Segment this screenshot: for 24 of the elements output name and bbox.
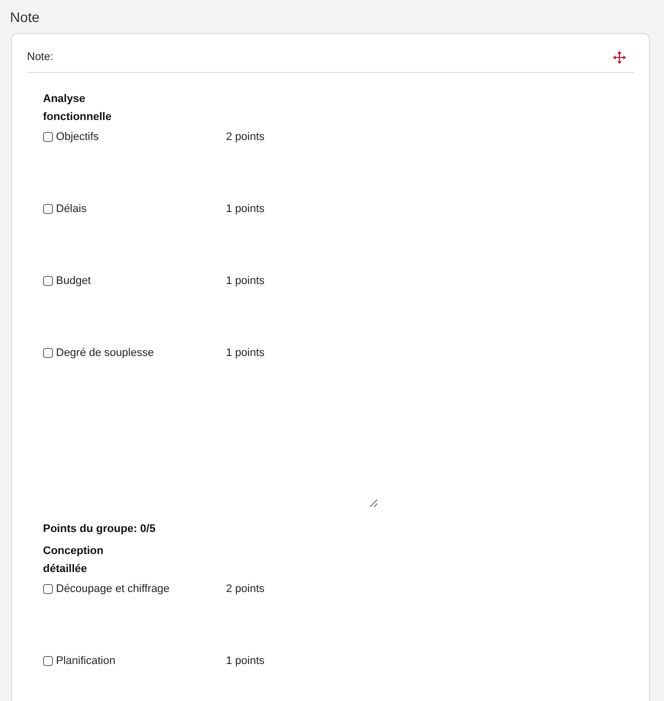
points-label: 1 points (226, 202, 265, 217)
points-label: 2 points (226, 582, 265, 597)
criterion-label: Découpage et chiffrage (56, 582, 170, 597)
points-label: 1 points (226, 346, 265, 361)
checkbox[interactable] (43, 204, 53, 214)
group-total: Points du groupe: 0/5 (43, 522, 156, 537)
points-label: 1 points (226, 274, 265, 289)
checkbox[interactable] (43, 276, 53, 286)
criterion-label: Budget (56, 274, 91, 289)
card-header: Note: (27, 50, 54, 65)
criterion-label: Objectifs (56, 130, 99, 145)
criterion-label: Planification (56, 654, 116, 669)
checkbox[interactable] (43, 348, 53, 358)
criterion-label: Degré de souplesse (56, 346, 154, 361)
checkbox[interactable] (43, 584, 53, 594)
points-label: 1 points (226, 654, 265, 669)
group-title: Conception détaillée (43, 544, 104, 577)
points-label: 2 points (226, 130, 265, 145)
criterion-label: Délais (56, 202, 87, 217)
page-title: Note (10, 8, 40, 26)
checkbox[interactable] (43, 132, 53, 142)
group-title: Analyse fonctionnelle (43, 92, 112, 125)
checkbox[interactable] (43, 656, 53, 666)
move-icon[interactable] (613, 50, 626, 64)
